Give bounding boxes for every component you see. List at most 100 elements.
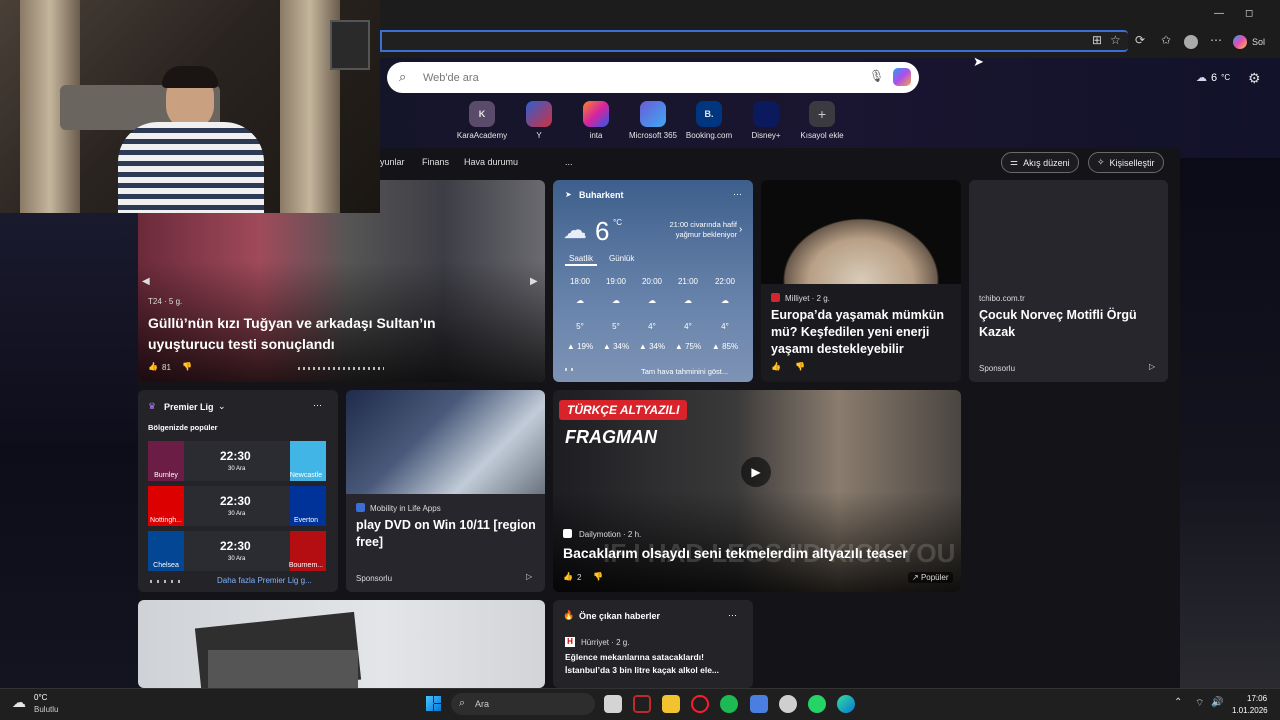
taskbar-time[interactable]: 17:06 [1247,694,1267,703]
dvd-title[interactable]: play DVD on Win 10/11 [region free] [356,517,536,551]
spotify-icon[interactable] [720,695,738,713]
quick-link-instagram[interactable]: inta [566,101,626,140]
settings-gear-icon[interactable]: ⚙ [1248,70,1261,87]
search-input[interactable]: Web'de ara [423,72,479,84]
chevron-down-icon[interactable]: ⌄ [218,401,226,412]
whatsapp-icon[interactable] [808,695,826,713]
news-headline-1[interactable]: Eğlence mekanlarına satacaklardı! [565,652,704,662]
taskbar-date[interactable]: 1.01.2026 [1232,706,1268,715]
nav-weather[interactable]: Hava durumu [464,157,518,167]
weather-location[interactable]: Buharkent [579,190,624,200]
copilot-icon[interactable] [1233,35,1247,49]
match-row[interactable]: 22:30 30 Ara Nottingh... Everton [148,486,326,526]
video-title[interactable]: Bacaklarım olsaydı seni tekmelerdim alty… [563,545,908,561]
app-red-icon[interactable] [633,695,651,713]
milliyet-logo [771,293,780,302]
taskbar-search[interactable]: ⌕ Ara [451,693,595,715]
forecast-temp: 4° [684,322,692,331]
tchibo-ad-card[interactable]: tchibo.com.tr Çocuk Norveç Motifli Örgü … [969,180,1168,382]
feed-layout-button[interactable]: ⚌ Akış düzeni [1001,152,1079,173]
file-explorer-icon[interactable] [662,695,680,713]
github-icon[interactable] [779,695,797,713]
league-more-icon[interactable]: ⋯ [313,400,322,411]
europa-moon-image [761,180,961,284]
europa-title[interactable]: Europa’da yaşamak mümkün mü? Keşfedilen … [771,307,955,358]
tray-chevron-icon[interactable]: ⌃ [1174,697,1182,708]
minimize-button[interactable]: — [1214,8,1224,19]
dislike-icon[interactable]: 👎 [795,362,805,371]
chevron-right-icon[interactable]: › [739,224,742,235]
forecast-cloud-icon: ☁ [684,296,692,305]
personalize-button[interactable]: ✧ Kişiselleştir [1088,152,1164,173]
news-headline-2[interactable]: İstanbul’da 3 bin litre kaçak alkol ele.… [565,665,719,675]
more-menu-icon[interactable]: ⋯ [1210,33,1222,47]
quick-link-disney[interactable]: Disney+ [736,101,796,140]
quick-link-add[interactable]: + Kısayol ekle [792,101,852,140]
taskbar-weather-desc[interactable]: Bulutlu [34,705,58,714]
tchibo-title[interactable]: Çocuk Norveç Motifli Örgü Kazak [979,307,1159,341]
league-carousel-dots[interactable] [150,580,180,583]
match-row[interactable]: 22:30 30 Ara Chelsea Bournem... [148,531,326,571]
read-aloud-icon[interactable]: ⊞ [1092,33,1102,47]
weather-widget-icon[interactable]: ☁ [12,694,26,711]
extensions-icon[interactable]: ⟳ [1135,33,1145,47]
microphone-icon[interactable]: 🎙 [869,69,884,83]
header-weather[interactable]: ☁ 6 °C [1196,71,1230,85]
match-row[interactable]: 22:30 30 Ara Burnley Newcastle [148,441,326,481]
copilot-search-icon[interactable] [893,68,911,86]
quick-link-booking[interactable]: B. Booking.com [679,101,739,140]
wifi-icon[interactable]: ⌔ [1195,697,1204,710]
hero-title[interactable]: Güllü’nün kızı Tuğyan ve arkadaşı Sultan… [148,313,478,355]
security-shield-icon[interactable] [750,695,768,713]
ad-choices-icon[interactable]: ▷ [1149,362,1155,371]
favorites-icon[interactable]: ✩ [1161,33,1171,47]
league-title[interactable]: Premier Lig [164,402,214,412]
quick-link-microsoft365[interactable]: Microsoft 365 [623,101,683,140]
featured-news-card[interactable]: 🔥 Öne çıkan haberler ⋯ H Hürriyet · 2 g.… [553,600,753,688]
hero-like-count: 81 [162,363,171,372]
address-bar[interactable] [380,30,1128,52]
tab-daily[interactable]: Günlük [609,254,634,263]
video-card[interactable]: TÜRKÇE ALTYAZILI FRAGMAN ▶ IF I HAD LEGS… [553,390,961,592]
favorite-star-icon[interactable]: ☆ [1110,33,1121,47]
dislike-icon[interactable]: 👎 [182,362,192,371]
forecast-cloud-icon: ☁ [576,296,584,305]
tab-hourly[interactable]: Saatlik [565,253,598,266]
hurriyet-logo: H [565,637,575,647]
like-icon[interactable]: 👍 [771,362,781,371]
ad-choices-icon[interactable]: ▷ [526,572,532,581]
nav-games[interactable]: yunlar [380,157,405,167]
volume-icon[interactable]: 🔊 [1211,697,1223,708]
league-more-link[interactable]: Daha fazla Premier Lig g... [217,576,312,585]
quick-link-y[interactable]: Y [509,101,569,140]
full-forecast-link[interactable]: Tam hava tahminini göst... [641,367,728,376]
dvd-ad-card[interactable]: Mobility in Life Apps play DVD on Win 10… [346,390,545,592]
edge-icon[interactable] [837,695,855,713]
match-date: 30 Ara [228,556,246,562]
play-icon[interactable]: ▶ [741,457,771,487]
carousel-next-icon[interactable]: ▶ [530,276,538,287]
carousel-prev-icon[interactable]: ◀ [142,276,150,287]
carousel-dots[interactable] [298,367,384,370]
nav-more[interactable]: ... [565,157,573,167]
maximize-button[interactable]: ◻ [1245,8,1253,19]
web-search-box[interactable]: ⌕ Web'de ara 🎙 [387,62,919,93]
taskbar-weather-temp[interactable]: 0°C [34,693,47,702]
nav-finance[interactable]: Finans [422,157,449,167]
profile-avatar[interactable] [1184,35,1198,49]
sidebar-label[interactable]: Sol [1252,37,1265,47]
forecast-precip: ▲ 75% [674,342,702,351]
europa-news-card[interactable]: Milliyet · 2 g. Europa’da yaşamak mümkün… [761,180,961,382]
weather-more-icon[interactable]: ⋯ [733,189,742,200]
quick-link-karaacademy[interactable]: K KaraAcademy [452,101,512,140]
like-icon[interactable]: 👍 [563,572,573,581]
news-more-icon[interactable]: ⋯ [728,610,737,621]
opera-icon[interactable] [691,695,709,713]
weather-carousel-dots[interactable] [565,368,577,371]
dislike-icon[interactable]: 👎 [593,572,603,581]
taskbar-search-label: Ara [475,699,490,709]
product-news-card[interactable] [138,600,545,688]
task-view-icon[interactable] [604,695,622,713]
like-icon[interactable]: 👍 [148,362,158,371]
weather-card[interactable]: ➤ Buharkent ⋯ ☁ 6 °C 21:00 civarında haf… [553,180,753,382]
